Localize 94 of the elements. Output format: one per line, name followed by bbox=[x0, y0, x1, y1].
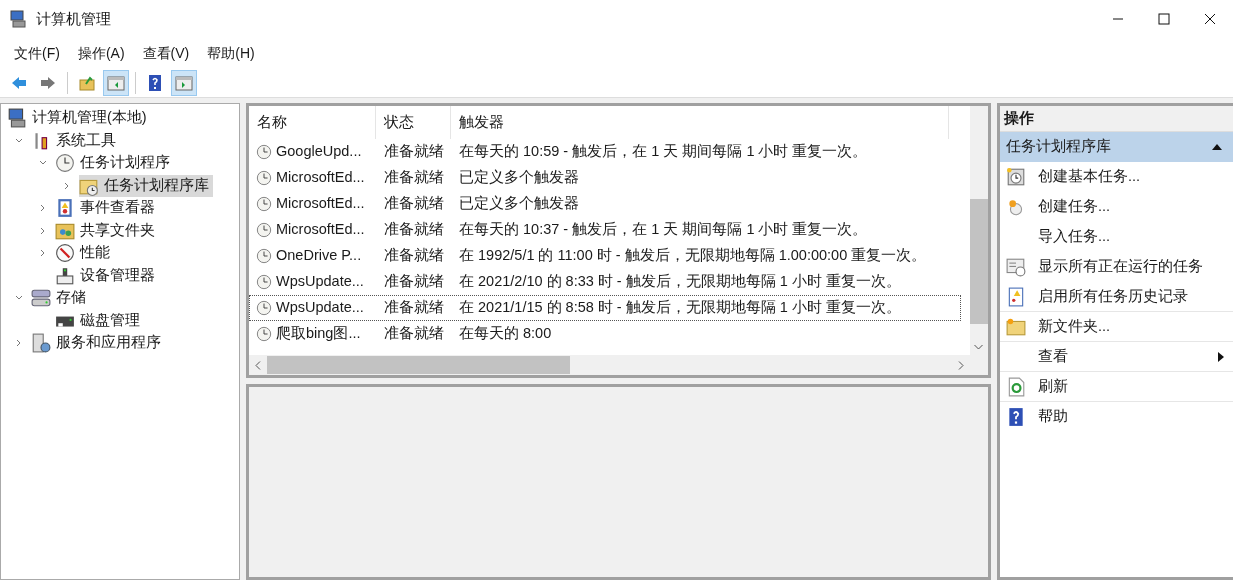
pane-button[interactable] bbox=[103, 69, 129, 96]
table-cell-text: 在每天的 8:00 bbox=[458, 324, 553, 344]
tree-item[interactable]: 存储 bbox=[31, 287, 90, 310]
table-cell-text: 准备就绪 bbox=[383, 194, 445, 214]
action-item[interactable]: 导入任务... bbox=[1000, 222, 1233, 252]
scrollbar-thumb[interactable] bbox=[970, 199, 988, 324]
refresh-icon bbox=[1006, 376, 1026, 397]
pane-icon bbox=[107, 73, 125, 92]
expand-icon[interactable] bbox=[39, 226, 47, 235]
table-cell-text: 准备就绪 bbox=[383, 272, 445, 292]
calendar-clock-icon bbox=[1006, 166, 1026, 187]
action-item[interactable]: 显示所有正在运行的任务 bbox=[1000, 252, 1233, 282]
column-header[interactable]: 名称 bbox=[249, 106, 376, 139]
table-row[interactable]: WpsUpdate... 准备就绪 在 2021/2/10 的 8:33 时 - 触发后，无限期地每隔 1 小时 重复一次。 bbox=[249, 269, 961, 295]
storage-icon bbox=[31, 288, 51, 309]
table-cell-text: WpsUpdate... bbox=[276, 298, 364, 318]
tree-item[interactable]: 任务计划程序库 bbox=[79, 174, 213, 197]
window-clock-icon bbox=[1006, 256, 1026, 277]
tree-item[interactable]: 设备管理器 bbox=[55, 264, 159, 287]
table-cell-text: MicrosoftEd... bbox=[276, 220, 365, 240]
menu-item[interactable]: 文件(F) bbox=[6, 40, 68, 66]
action-item[interactable]: 帮助 bbox=[1000, 402, 1233, 432]
tree-item[interactable]: 系统工具 bbox=[31, 129, 120, 152]
menu-item[interactable]: 帮助(H) bbox=[199, 40, 263, 66]
device-icon bbox=[55, 265, 75, 286]
table-row[interactable]: GoogleUpd... 准备就绪 在每天的 10:59 - 触发后，在 1 天 期间每隔 1 小时 重复一次。 bbox=[249, 139, 961, 165]
scroll-down-icon[interactable] bbox=[974, 344, 983, 350]
expand-icon[interactable] bbox=[15, 339, 23, 348]
help-icon bbox=[146, 73, 164, 92]
table-cell-text: 在 2021/2/10 的 8:33 时 - 触发后，无限期地每隔 1 小时 重复一次。 bbox=[458, 272, 902, 292]
scroll-left-icon[interactable] bbox=[255, 360, 261, 370]
help-icon bbox=[1006, 406, 1026, 427]
collapse-icon[interactable] bbox=[1211, 143, 1223, 151]
action-item[interactable]: 创建基本任务... bbox=[1000, 162, 1233, 192]
submenu-arrow-icon bbox=[1217, 350, 1225, 363]
action-item[interactable]: 刷新 bbox=[1000, 372, 1233, 402]
action-item[interactable]: 创建任务... bbox=[1000, 192, 1233, 222]
table-cell-text: OneDrive P... bbox=[276, 246, 362, 266]
pane-icon bbox=[175, 73, 193, 92]
vertical-scrollbar[interactable] bbox=[970, 106, 988, 355]
tree-item[interactable]: 事件查看器 bbox=[55, 197, 159, 220]
tree-item[interactable]: 计算机管理(本地) bbox=[7, 107, 151, 130]
log-icon bbox=[1006, 286, 1026, 307]
computer-icon bbox=[7, 108, 27, 129]
table-cell-text: 在 2021/1/15 的 8:58 时 - 触发后，无限期地每隔 1 小时 重复一次。 bbox=[458, 298, 902, 318]
table-row[interactable]: MicrosoftEd... 准备就绪 已定义多个触发器 bbox=[249, 165, 961, 191]
table-cell-text: 准备就绪 bbox=[383, 142, 445, 162]
table-cell-text: 已定义多个触发器 bbox=[458, 194, 580, 214]
scroll-right-icon[interactable] bbox=[958, 360, 964, 370]
table-cell-text: 准备就绪 bbox=[383, 324, 445, 344]
table-row[interactable]: OneDrive P... 准备就绪 在 1992/5/1 的 11:00 时 - 触发后，无限期地每隔 1.00:00:00 重复一次。 bbox=[249, 243, 961, 269]
table-cell-text: 准备就绪 bbox=[383, 220, 445, 240]
table-row[interactable]: MicrosoftEd... 准备就绪 已定义多个触发器 bbox=[249, 191, 961, 217]
tree-item[interactable]: 性能 bbox=[55, 242, 114, 265]
table-cell-text: 在 1992/5/1 的 11:00 时 - 触发后，无限期地每隔 1.00:00:00 重复一次。 bbox=[458, 246, 928, 266]
tree-item[interactable]: 磁盘管理 bbox=[55, 309, 144, 332]
event-log-icon bbox=[55, 198, 75, 219]
tree-item[interactable]: 任务计划程序 bbox=[55, 152, 174, 175]
maximize-icon bbox=[1158, 13, 1170, 25]
column-header[interactable]: 触发器 bbox=[451, 106, 949, 139]
table-cell-text: GoogleUpd... bbox=[276, 142, 362, 162]
table-cell-text: 在每天的 10:59 - 触发后，在 1 天 期间每隔 1 小时 重复一次。 bbox=[458, 142, 869, 162]
table-cell-text: 爬取bing图... bbox=[276, 324, 361, 344]
tree-item[interactable]: 共享文件夹 bbox=[55, 219, 159, 242]
table-cell-text: 准备就绪 bbox=[383, 298, 445, 318]
table-cell-text: 准备就绪 bbox=[383, 246, 445, 266]
table-cell-text: WpsUpdate... bbox=[276, 272, 364, 292]
action-item[interactable]: 启用所有任务历史记录 bbox=[1000, 282, 1233, 312]
close-icon bbox=[1204, 13, 1216, 25]
folder-icon bbox=[1006, 316, 1026, 337]
horizontal-scrollbar[interactable] bbox=[249, 355, 988, 375]
tree-item[interactable]: 服务和应用程序 bbox=[31, 332, 165, 355]
expand-icon[interactable] bbox=[63, 181, 71, 190]
table-cell-text: MicrosoftEd... bbox=[276, 168, 365, 188]
action-item[interactable]: 新文件夹... bbox=[1000, 312, 1233, 342]
scrollbar-thumb[interactable] bbox=[267, 356, 570, 374]
table-cell-text: 在每天的 10:37 - 触发后，在 1 天 期间每隔 1 小时 重复一次。 bbox=[458, 220, 869, 240]
window-title: 计算机管理 bbox=[36, 8, 111, 29]
expand-icon[interactable] bbox=[39, 249, 47, 258]
panel-title: 操作 bbox=[1000, 106, 1233, 132]
section-header[interactable]: 任务计划程序库 bbox=[1000, 132, 1233, 162]
menu-item[interactable]: 查看(V) bbox=[134, 40, 198, 66]
table-cell-text: 准备就绪 bbox=[383, 168, 445, 188]
table-row[interactable]: 爬取bing图... 准备就绪 在每天的 8:00 bbox=[249, 321, 961, 347]
table-cell-text: 已定义多个触发器 bbox=[458, 168, 580, 188]
table-row[interactable]: MicrosoftEd... 准备就绪 在每天的 10:37 - 触发后，在 1 天 期间每隔 1 小时 重复一次。 bbox=[249, 217, 961, 243]
server-gear-icon bbox=[31, 333, 51, 354]
column-header[interactable]: 状态 bbox=[376, 106, 451, 139]
computer-icon bbox=[10, 10, 28, 28]
menu-item[interactable]: 操作(A) bbox=[69, 40, 133, 66]
table-cell-text: MicrosoftEd... bbox=[276, 194, 365, 214]
expand-icon[interactable] bbox=[39, 204, 47, 213]
action-item[interactable]: 查看 bbox=[1000, 342, 1233, 372]
table-row[interactable]: WpsUpdate... 准备就绪 在 2021/1/15 的 8:58 时 - 触发后，无限期地每隔 1 小时 重复一次。 bbox=[249, 295, 961, 321]
